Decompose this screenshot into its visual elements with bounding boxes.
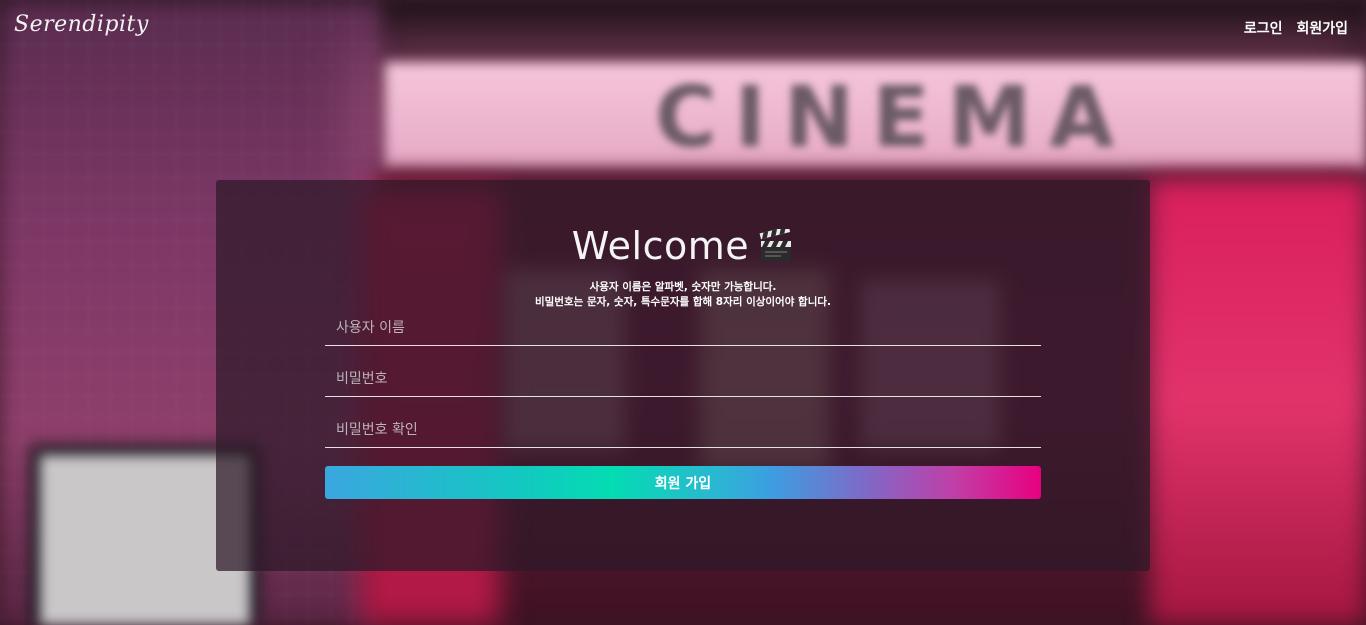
username-field xyxy=(325,311,1041,346)
login-link[interactable]: 로그인 xyxy=(1244,18,1283,38)
clapperboard-icon xyxy=(759,229,792,261)
top-navbar: Serendipity 로그인 회원가입 xyxy=(0,0,1366,60)
password-confirm-field xyxy=(325,413,1041,448)
signup-rules: 사용자 이름은 알파벳, 숫자만 가능합니다. 비밀번호는 문자, 숫자, 특수… xyxy=(216,280,1150,310)
signup-card: Welcome 사용자 이름은 알파벳, 숫자만 가능합니다. 비밀번호는 문자… xyxy=(216,180,1150,571)
password-rule-text: 비밀번호는 문자, 숫자, 특수문자를 합해 8자리 이상이어야 합니다. xyxy=(534,296,832,308)
page-title: Welcome xyxy=(571,224,750,268)
bg-cinema-sign: CINEMA xyxy=(655,68,1133,166)
site-logo[interactable]: Serendipity xyxy=(14,12,149,37)
username-rule-text: 사용자 이름은 알파벳, 숫자만 가능합니다. xyxy=(589,281,777,293)
password-input[interactable] xyxy=(325,362,1041,396)
signup-submit-button[interactable]: 회원 가입 xyxy=(325,466,1041,499)
bg-red-panel-right xyxy=(1150,180,1366,625)
username-input[interactable] xyxy=(325,311,1041,345)
signup-link[interactable]: 회원가입 xyxy=(1296,18,1348,38)
title-row: Welcome xyxy=(216,224,1150,268)
password-field xyxy=(325,362,1041,397)
nav-links: 로그인 회원가입 xyxy=(1244,18,1348,38)
password-confirm-input[interactable] xyxy=(325,413,1041,447)
